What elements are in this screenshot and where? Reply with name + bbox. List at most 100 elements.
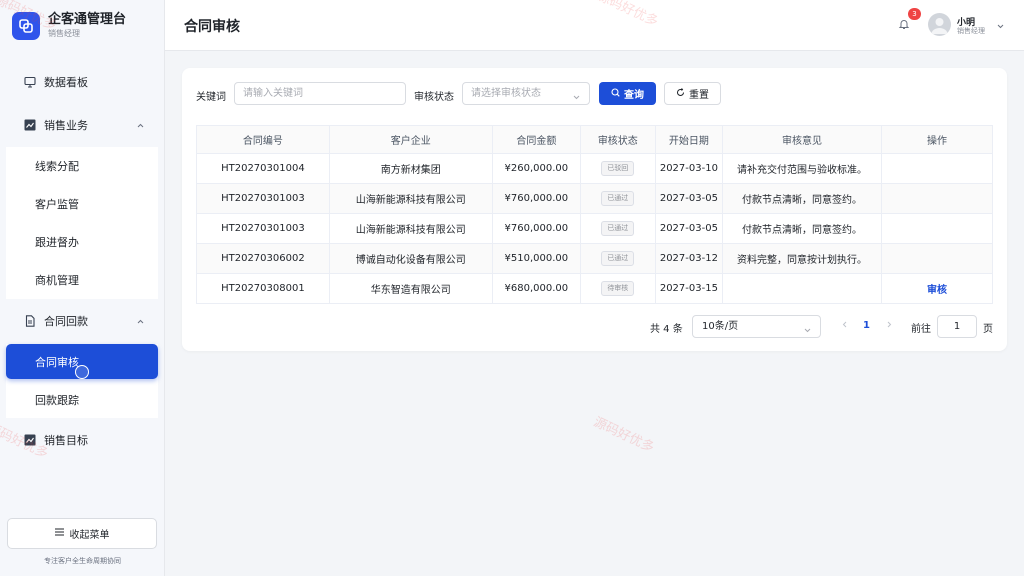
status-cell: 已通过 [579, 213, 656, 244]
status-cell: 待审核 [579, 273, 656, 304]
table-row: HT20270301004 南方新材集团 ¥260,000.00 已驳回 202… [196, 153, 994, 184]
date-cell: 2027-03-15 [654, 273, 724, 304]
prev-page-icon[interactable] [840, 320, 849, 343]
column-header: 审核状态 [579, 125, 656, 154]
amount-cell: ¥760,000.00 [491, 213, 581, 244]
chart-icon [24, 119, 36, 131]
column-header: 合同编号 [196, 125, 330, 154]
contract-review-card: 关键词 请输入关键词 审核状态 请选择审核状态 查询 重置 合同编号 客户企业 … [182, 68, 1007, 351]
amount-cell: ¥260,000.00 [491, 153, 581, 184]
action-cell [880, 213, 994, 244]
contract-id-cell: HT20270308001 [196, 273, 330, 304]
goto-label: 前往 [911, 324, 931, 335]
company-cell: 山海新能源科技有限公司 [328, 213, 493, 244]
date-cell: 2027-03-05 [654, 213, 724, 244]
company-cell: 山海新能源科技有限公司 [328, 183, 493, 214]
status-cell: 已驳回 [579, 153, 656, 184]
sidebar-footer: 专注客户全生命周期协同 [44, 557, 121, 565]
status-badge: 已通过 [601, 221, 635, 236]
column-header: 审核意见 [722, 125, 882, 154]
contract-id-cell: HT20270306002 [196, 243, 330, 274]
sidebar-item-sales[interactable]: 销售业务 [0, 106, 165, 144]
action-cell [880, 153, 994, 184]
search-button[interactable]: 查询 [599, 82, 656, 105]
status-select[interactable]: 请选择审核状态 [462, 82, 590, 105]
status-cell: 已通过 [579, 243, 656, 274]
chevron-down-icon [803, 322, 812, 343]
page-number-current[interactable]: 1 [863, 320, 870, 343]
pagination-total: 共 4 条 [650, 324, 683, 335]
reset-button[interactable]: 重置 [664, 82, 721, 105]
keyword-input[interactable]: 请输入关键词 [234, 82, 406, 105]
status-badge: 已驳回 [601, 161, 635, 176]
sidebar-item-lead-assign[interactable]: 线索分配 [6, 147, 158, 185]
opinion-cell: 付款节点清晰，同意签约。 [722, 213, 882, 244]
collapse-menu-button[interactable]: 收起菜单 [7, 518, 157, 549]
goto-page-input[interactable]: 1 [937, 315, 977, 338]
amount-cell: ¥760,000.00 [491, 183, 581, 214]
chevron-down-icon [572, 89, 581, 110]
monitor-icon [24, 76, 36, 88]
brand-subtitle: 销售经理 [48, 29, 80, 38]
table-row: HT20270308001 华东智造有限公司 ¥680,000.00 待审核 2… [196, 273, 994, 304]
table-row: HT20270301003 山海新能源科技有限公司 ¥760,000.00 已通… [196, 213, 994, 244]
notification-badge: 3 [908, 8, 921, 20]
bell-icon[interactable] [898, 18, 910, 30]
table-header-row: 合同编号 客户企业 合同金额 审核状态 开始日期 审核意见 操作 [196, 125, 994, 154]
sidebar-item-contract[interactable]: 合同回款 [0, 302, 165, 340]
sidebar-item-followup[interactable]: 跟进督办 [6, 223, 158, 261]
sidebar-item-customer-supervise[interactable]: 客户监管 [6, 185, 158, 223]
date-cell: 2027-03-12 [654, 243, 724, 274]
sidebar-item-label: 数据看板 [44, 76, 88, 89]
review-link[interactable]: 审核 [927, 285, 947, 296]
opinion-cell: 付款节点清晰，同意签约。 [722, 183, 882, 214]
contract-id-cell: HT20270301004 [196, 153, 330, 184]
table-row: HT20270301003 山海新能源科技有限公司 ¥760,000.00 已通… [196, 183, 994, 214]
column-header: 操作 [880, 125, 994, 154]
next-page-icon[interactable] [885, 320, 894, 343]
keyword-label: 关键词 [196, 92, 226, 103]
page-title: 合同审核 [184, 19, 240, 35]
status-badge: 待审核 [601, 281, 635, 296]
chevron-up-icon [136, 316, 145, 329]
chevron-up-icon [136, 120, 145, 133]
status-label: 审核状态 [414, 92, 454, 103]
page-size-select[interactable]: 10条/页 [692, 315, 821, 338]
opinion-cell: 资料完整，同意按计划执行。 [722, 243, 882, 274]
sidebar-item-dashboard[interactable]: 数据看板 [0, 63, 165, 101]
company-cell: 博诚自动化设备有限公司 [328, 243, 493, 274]
reset-button-label: 重置 [689, 90, 709, 101]
contract-id-cell: HT20270301003 [196, 183, 330, 214]
brand-title: 企客通管理台 [48, 12, 127, 27]
date-cell: 2027-03-10 [654, 153, 724, 184]
sidebar-item-opportunity[interactable]: 商机管理 [6, 261, 158, 299]
column-header: 开始日期 [654, 125, 724, 154]
refresh-icon [676, 87, 685, 100]
amount-cell: ¥680,000.00 [491, 273, 581, 304]
search-button-label: 查询 [624, 90, 644, 101]
contract-table: 合同编号 客户企业 合同金额 审核状态 开始日期 审核意见 操作 HT20270… [196, 125, 994, 304]
company-cell: 南方新材集团 [328, 153, 493, 184]
status-badge: 已通过 [601, 191, 635, 206]
chevron-down-icon[interactable] [996, 20, 1005, 34]
column-header: 合同金额 [491, 125, 581, 154]
status-badge: 已通过 [601, 251, 635, 266]
sidebar: 企客通管理台 销售经理 数据看板 销售业务 线索分配 客户监管 跟进督办 商机管… [0, 0, 165, 576]
date-cell: 2027-03-05 [654, 183, 724, 214]
page-size-value: 10条/页 [702, 321, 739, 332]
menu-icon [54, 528, 64, 539]
action-cell [880, 243, 994, 274]
status-cell: 已通过 [579, 183, 656, 214]
sidebar-item-payment-tracking[interactable]: 回款跟踪 [6, 381, 158, 419]
user-role: 销售经理 [957, 27, 985, 35]
watermark: 源码好优多 [591, 414, 657, 456]
contract-id-cell: HT20270301003 [196, 213, 330, 244]
avatar[interactable] [928, 13, 951, 36]
table-row: HT20270306002 博诚自动化设备有限公司 ¥510,000.00 已通… [196, 243, 994, 274]
page-unit-label: 页 [983, 324, 993, 335]
company-cell: 华东智造有限公司 [328, 273, 493, 304]
mouse-cursor [75, 365, 89, 379]
opinion-cell [722, 273, 882, 304]
column-header: 客户企业 [328, 125, 493, 154]
amount-cell: ¥510,000.00 [491, 243, 581, 274]
